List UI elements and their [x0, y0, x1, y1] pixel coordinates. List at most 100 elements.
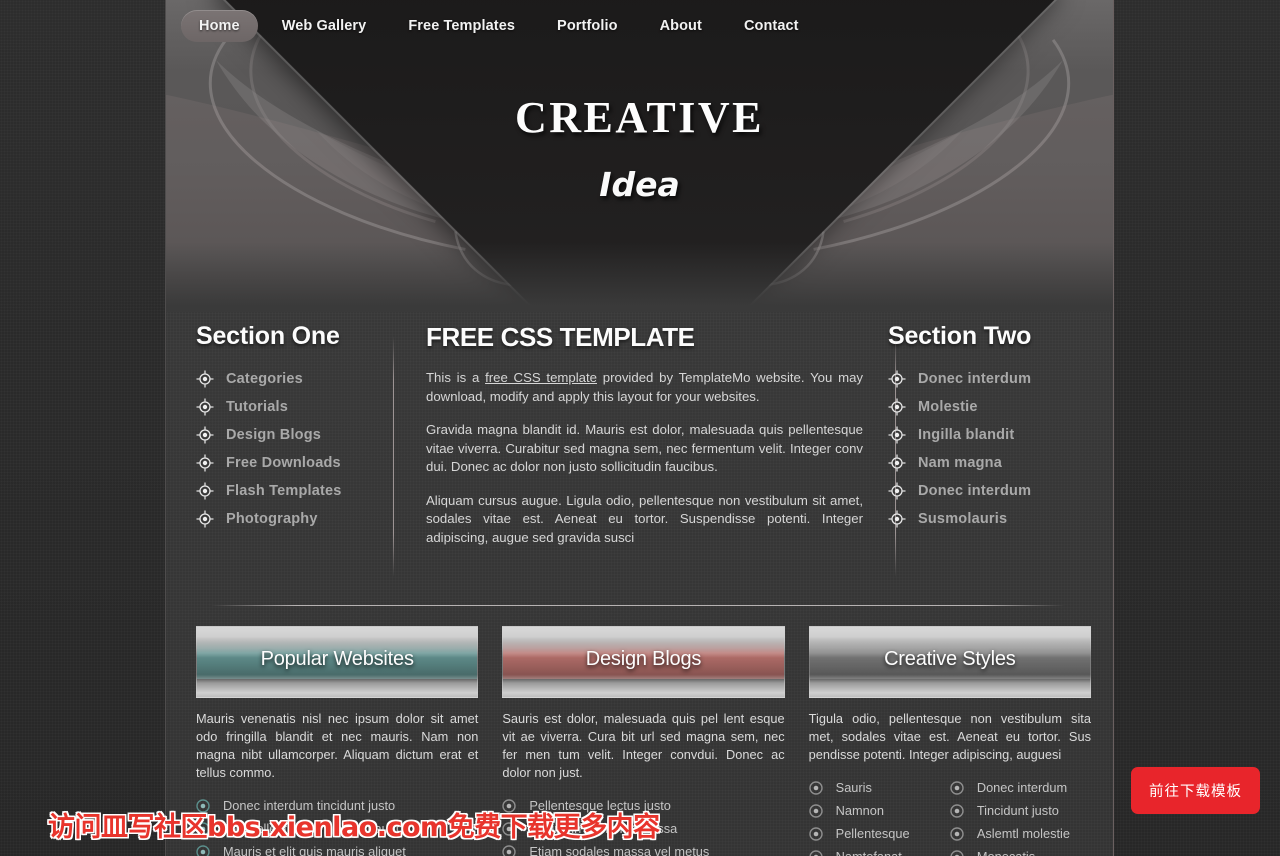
- banner: Home Web Gallery Free Templates Portfoli…: [166, 0, 1113, 312]
- box-header: Creative Styles: [808, 626, 1091, 698]
- center-paragraph-2: Gravida magna blandit id. Mauris est dol…: [426, 422, 863, 474]
- list-item[interactable]: Pellentesque: [808, 822, 950, 845]
- list-item[interactable]: Sed pellentesque placerat augue: [196, 817, 478, 840]
- section-two-list: Donec interdum Molestie Ingilla blandit …: [888, 365, 1093, 533]
- banner-bottom-fade: [166, 242, 1113, 312]
- circle-bullet-icon: [196, 844, 210, 856]
- box-title: Popular Websites: [260, 647, 414, 670]
- list-item-label: Sauris: [835, 780, 872, 795]
- logo-title: CREATIVE: [514, 93, 764, 142]
- list-item[interactable]: Mauris in sapien in massa: [502, 817, 784, 840]
- box-list: Donec interdum tincidunt justo Sed pelle…: [196, 794, 478, 856]
- target-bullet-icon: [196, 370, 214, 388]
- list-item[interactable]: Monecatis: [950, 845, 1091, 856]
- list-item-label: Mauris et elit quis mauris aliquet: [223, 844, 406, 856]
- list-item[interactable]: Aslemtl molestie: [950, 822, 1091, 845]
- list-item-label: Etiam sodales massa vel metus: [529, 844, 710, 856]
- circle-bullet-icon: [950, 849, 964, 856]
- target-bullet-icon: [888, 398, 906, 416]
- list-item-label: Free Downloads: [226, 455, 341, 471]
- circle-bullet-icon: [950, 803, 964, 818]
- list-item[interactable]: Mauris et elit quis mauris aliquet: [196, 840, 478, 856]
- list-item[interactable]: Namnon: [808, 799, 950, 822]
- target-bullet-icon: [888, 454, 906, 472]
- list-item[interactable]: Susmolauris: [888, 505, 1093, 533]
- target-bullet-icon: [888, 370, 906, 388]
- list-item[interactable]: Tutorials: [196, 393, 401, 421]
- list-item[interactable]: Molestie: [888, 393, 1093, 421]
- section-one-column: Section One Categories Tutorials Design …: [196, 322, 401, 587]
- box-title: Design Blogs: [585, 647, 702, 670]
- nav-item-free-templates[interactable]: Free Templates: [390, 10, 533, 42]
- circle-bullet-icon: [808, 803, 823, 818]
- box-body: Mauris venenatis nisl nec ipsum dolor si…: [196, 698, 478, 856]
- list-item-label: Molestie: [918, 399, 978, 415]
- circle-bullet-icon: [502, 844, 517, 856]
- list-item[interactable]: Etiam sodales massa vel metus: [502, 840, 784, 856]
- box-body: Sauris est dolor, malesuada quis pel len…: [502, 698, 785, 856]
- target-bullet-icon: [196, 510, 214, 528]
- target-bullet-icon: [196, 454, 214, 472]
- list-item[interactable]: Categories: [196, 365, 401, 393]
- list-item[interactable]: Namtefanat: [808, 845, 950, 856]
- site-container: Home Web Gallery Free Templates Portfoli…: [165, 0, 1114, 856]
- nav-item-contact[interactable]: Contact: [726, 10, 817, 42]
- list-item[interactable]: Donec interdum: [950, 776, 1091, 799]
- list-item[interactable]: Donec interdum: [888, 365, 1093, 393]
- box-title: Creative Styles: [884, 647, 1016, 670]
- list-item-label: Categories: [226, 371, 303, 387]
- list-item-label: Nam magna: [918, 455, 1002, 471]
- section-two-column: Section Two Donec interdum Molestie Ingi…: [888, 322, 1093, 587]
- list-item[interactable]: Flash Templates: [196, 477, 401, 505]
- box-list-right: Donec interdum Tincidunt justo Aslemtl m…: [950, 776, 1091, 856]
- free-css-template-column: FREE CSS TEMPLATE This is a free CSS tem…: [393, 322, 896, 587]
- list-item-label: Donec interdum: [918, 371, 1032, 387]
- list-item-label: Namtefanat: [836, 849, 902, 856]
- download-template-button[interactable]: 前往下载模板: [1131, 767, 1260, 814]
- list-item[interactable]: Sauris: [808, 776, 950, 799]
- target-bullet-icon: [196, 426, 214, 444]
- list-item-label: Tincidunt justo: [976, 803, 1059, 818]
- list-item[interactable]: Free Downloads: [196, 449, 401, 477]
- circle-bullet-icon: [808, 826, 823, 841]
- circle-bullet-icon: [502, 798, 517, 813]
- list-item[interactable]: Pellentesque lectus justo: [502, 794, 784, 817]
- box-paragraph: Mauris venenatis nisl nec ipsum dolor si…: [196, 711, 479, 780]
- circle-bullet-icon: [502, 821, 517, 836]
- circle-bullet-icon: [950, 780, 964, 795]
- list-item-label: Design Blogs: [226, 427, 322, 443]
- box-paragraph: Sauris est dolor, malesuada quis pel len…: [502, 711, 785, 780]
- main-navigation[interactable]: Home Web Gallery Free Templates Portfoli…: [166, 0, 1113, 52]
- nav-item-home[interactable]: Home: [181, 10, 258, 42]
- list-item-label: Namnon: [835, 803, 885, 818]
- nav-item-portfolio[interactable]: Portfolio: [539, 10, 636, 42]
- list-item-label: Aslemtl molestie: [976, 826, 1070, 841]
- list-item[interactable]: Tincidunt justo: [950, 799, 1091, 822]
- list-item-label: Flash Templates: [226, 483, 342, 499]
- box-body: Tigula odio, pellentesque non vestibulum…: [809, 698, 1091, 856]
- target-bullet-icon: [888, 510, 906, 528]
- box-header: Popular Websites: [196, 626, 479, 698]
- box-paragraph: Tigula odio, pellentesque non vestibulum…: [808, 711, 1091, 762]
- list-item[interactable]: Photography: [196, 505, 401, 533]
- list-item-label: Susmolauris: [918, 511, 1008, 527]
- list-item[interactable]: Nam magna: [888, 449, 1093, 477]
- nav-item-web-gallery[interactable]: Web Gallery: [264, 10, 385, 42]
- box-header: Design Blogs: [502, 626, 785, 698]
- list-item-label: Tutorials: [226, 399, 288, 415]
- bottom-boxes: Popular Websites Mauris venenatis nisl n…: [166, 606, 1113, 856]
- center-paragraph-1: This is a free CSS template provided by …: [426, 369, 863, 406]
- nav-item-about[interactable]: About: [642, 10, 720, 42]
- center-paragraph-3: Aliquam cursus augue. Ligula odio, pelle…: [426, 492, 863, 545]
- list-item-label: Monecatis: [977, 849, 1035, 856]
- free-css-template-link[interactable]: free CSS template: [485, 370, 597, 385]
- list-item-label: Photography: [226, 511, 318, 527]
- list-item[interactable]: Donec interdum tincidunt justo: [196, 794, 478, 817]
- site-logo[interactable]: CREATIVE Idea: [166, 92, 1113, 204]
- list-item[interactable]: Design Blogs: [196, 421, 401, 449]
- list-item[interactable]: Ingilla blandit: [888, 421, 1093, 449]
- list-item[interactable]: Donec interdum: [888, 477, 1093, 505]
- list-item-label: Pellentesque lectus justo: [529, 798, 671, 813]
- circle-bullet-icon: [808, 849, 823, 856]
- list-item-label: Pellentesque: [835, 826, 910, 841]
